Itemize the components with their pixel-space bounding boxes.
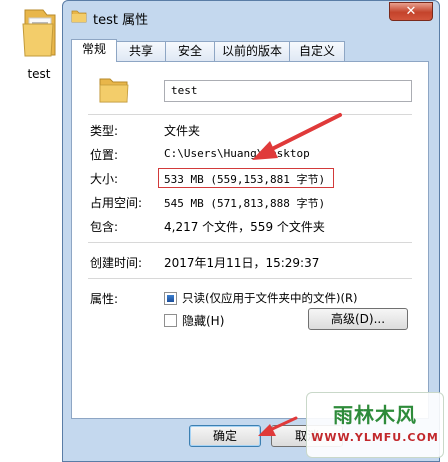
- size-label: 大小:: [90, 172, 119, 186]
- tab-sharing[interactable]: 共享: [116, 41, 166, 61]
- folder-icon: [98, 74, 130, 109]
- location-value: C:\Users\Huang\Desktop: [164, 147, 310, 160]
- disk-size-label: 占用空间:: [90, 196, 143, 210]
- desktop-folder-test[interactable]: test: [12, 6, 66, 81]
- location-label: 位置:: [90, 148, 119, 162]
- watermark-logo: 雨林木风 WWW.YLMFU.COM: [306, 392, 444, 458]
- created-label: 创建时间:: [90, 256, 143, 270]
- close-icon: ✕: [405, 4, 417, 19]
- readonly-label[interactable]: 只读(仅应用于文件夹中的文件)(R): [182, 290, 357, 306]
- window-title: test 属性: [93, 13, 149, 28]
- attributes-label: 属性:: [90, 292, 119, 306]
- title-bar[interactable]: test 属性 ✕: [63, 1, 439, 33]
- separator: [88, 278, 412, 279]
- created-value: 2017年1月11日，15:29:37: [164, 256, 320, 270]
- watermark-title: 雨林木风: [333, 403, 417, 427]
- readonly-checkbox[interactable]: [164, 292, 177, 305]
- close-button[interactable]: ✕: [389, 2, 433, 21]
- watermark-url: WWW.YLMFU.COM: [311, 431, 439, 444]
- folder-name-input[interactable]: test: [164, 80, 412, 102]
- size-highlight-box: [158, 168, 334, 188]
- advanced-button[interactable]: 高级(D)...: [308, 308, 408, 330]
- disk-size-value: 545 MB (571,813,888 字节): [164, 197, 326, 210]
- folder-icon: [12, 6, 66, 63]
- tab-general[interactable]: 常规: [71, 39, 117, 62]
- tab-previous-versions[interactable]: 以前的版本: [214, 41, 290, 61]
- separator: [88, 114, 412, 115]
- tab-security[interactable]: 安全: [165, 41, 215, 61]
- contains-value: 4,217 个文件，559 个文件夹: [164, 220, 325, 234]
- tab-customize[interactable]: 自定义: [289, 41, 345, 61]
- type-label: 类型:: [90, 124, 119, 138]
- general-panel: test 类型: 文件夹 位置: C:\Users\Huang\Desktop …: [71, 61, 429, 419]
- ok-button[interactable]: 确定: [189, 425, 261, 447]
- hidden-checkbox[interactable]: [164, 314, 177, 327]
- separator: [88, 242, 412, 243]
- folder-icon: [71, 8, 87, 27]
- hidden-label[interactable]: 隐藏(H): [182, 312, 224, 329]
- contains-label: 包含:: [90, 220, 119, 234]
- desktop-folder-label: test: [27, 67, 51, 81]
- type-value: 文件夹: [164, 124, 201, 138]
